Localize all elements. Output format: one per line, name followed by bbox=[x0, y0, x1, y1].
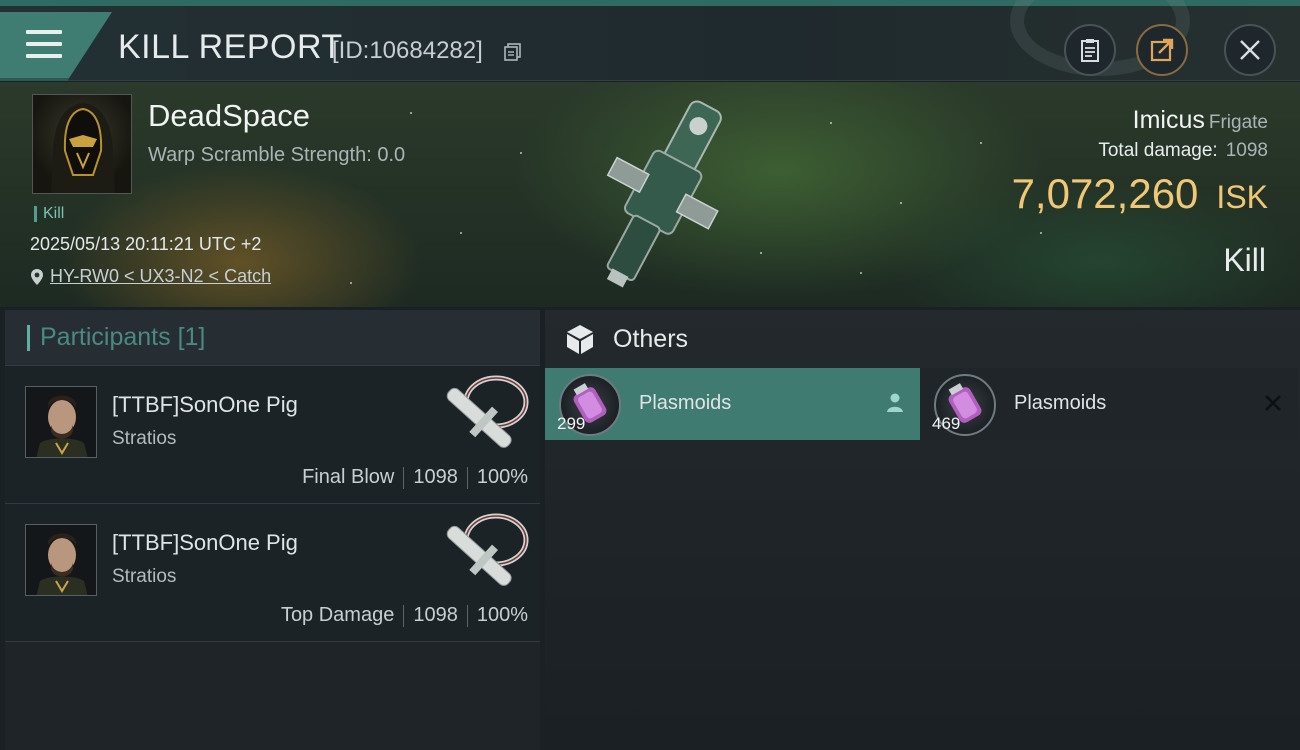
report-id: [ID:10684282] bbox=[332, 37, 483, 64]
participant-ship-image[interactable] bbox=[430, 508, 530, 600]
total-damage: Total damage: 1098 bbox=[1098, 140, 1268, 162]
participant-avatar[interactable] bbox=[25, 524, 97, 596]
others-label: Others bbox=[613, 324, 689, 353]
participant-stats: Final Blow 1098 100% bbox=[302, 466, 528, 489]
others-item-list: 299 Plasmoids 469 Plasmoids bbox=[545, 368, 1300, 440]
isk-value: 7,072,260 ISK bbox=[1012, 170, 1268, 218]
participant-row[interactable]: [TTBF]SonOne Pig Stratios Top Damage 109… bbox=[5, 504, 540, 642]
victim-ship-image bbox=[606, 100, 722, 288]
menu-button[interactable] bbox=[0, 12, 112, 81]
participant-avatar[interactable] bbox=[25, 386, 97, 458]
participant-ship: Stratios bbox=[112, 428, 177, 449]
pilot-portrait-icon bbox=[26, 387, 96, 457]
participant-damage: 1098 bbox=[413, 466, 458, 488]
participants-header[interactable]: Participants [1] bbox=[5, 310, 540, 366]
share-button[interactable] bbox=[1136, 24, 1188, 76]
item-name: Plasmoids bbox=[639, 392, 732, 414]
participant-row[interactable]: [TTBF]SonOne Pig Stratios Final Blow 109… bbox=[5, 366, 540, 504]
isk-amount: 7,072,260 bbox=[1011, 170, 1199, 217]
kill-timestamp: 2025/05/13 20:11:21 UTC +2 bbox=[30, 234, 262, 254]
participant-name[interactable]: [TTBF]SonOne Pig bbox=[112, 392, 298, 418]
participant-percent: 100% bbox=[476, 466, 528, 488]
location-text[interactable]: HY-RW0 < UX3-N2 < Catch bbox=[50, 266, 271, 287]
participant-name[interactable]: [TTBF]SonOne Pig bbox=[112, 530, 298, 556]
warp-scramble-strength: Warp Scramble Strength: 0.0 bbox=[148, 144, 406, 166]
total-damage-value: 1098 bbox=[1225, 140, 1268, 161]
header-bar: KILL REPORT [ID:10684282] bbox=[0, 0, 1300, 81]
copy-icon[interactable] bbox=[504, 43, 522, 61]
stat-divider bbox=[403, 604, 405, 627]
item-slot[interactable]: 469 Plasmoids bbox=[920, 368, 1298, 440]
participant-percent: 100% bbox=[476, 604, 528, 626]
participant-damage: 1098 bbox=[413, 604, 458, 626]
stat-divider bbox=[466, 466, 468, 489]
kill-location-link[interactable]: HY-RW0 < UX3-N2 < Catch bbox=[30, 266, 271, 287]
participant-ship: Stratios bbox=[112, 566, 177, 587]
victim-pilot-name[interactable]: DeadSpace bbox=[148, 98, 310, 134]
event-tag: Kill bbox=[34, 206, 64, 222]
participant-ship-image[interactable] bbox=[430, 370, 530, 462]
victim-avatar[interactable] bbox=[32, 94, 132, 194]
stat-divider bbox=[466, 604, 468, 627]
x-icon bbox=[1265, 395, 1281, 411]
victim-ship[interactable]: Imicus Frigate bbox=[1133, 106, 1268, 135]
victim-banner: DeadSpace Warp Scramble Strength: 0.0 Ki… bbox=[0, 82, 1300, 307]
total-damage-label: Total damage: bbox=[1098, 140, 1218, 161]
item-name: Plasmoids bbox=[1014, 392, 1107, 414]
others-panel: Others 299 Plasmoids 469 Plasmoids bbox=[545, 310, 1300, 750]
isk-unit: ISK bbox=[1216, 179, 1268, 215]
victim-ship-class: Frigate bbox=[1208, 112, 1268, 133]
item-slot[interactable]: 299 Plasmoids bbox=[545, 368, 920, 440]
report-type: Kill bbox=[1223, 242, 1266, 278]
participant-role: Top Damage bbox=[280, 604, 395, 626]
clipboard-icon bbox=[1081, 39, 1099, 62]
participants-accent-bar bbox=[27, 324, 30, 351]
item-quantity: 299 bbox=[557, 414, 586, 433]
stat-divider bbox=[403, 466, 405, 489]
participant-role: Final Blow bbox=[302, 466, 395, 488]
participants-count: [1] bbox=[177, 323, 206, 351]
participants-panel: Participants [1] [TTBF]SonOne Pig Strati… bbox=[5, 310, 540, 750]
participants-label: Participants bbox=[40, 323, 171, 351]
close-icon bbox=[1240, 40, 1260, 60]
victim-ship-name: Imicus bbox=[1132, 106, 1205, 134]
participant-stats: Top Damage 1098 100% bbox=[281, 604, 528, 627]
page-title: KILL REPORT bbox=[118, 28, 343, 66]
item-quantity: 469 bbox=[932, 414, 961, 433]
clipboard-button[interactable] bbox=[1064, 24, 1116, 76]
map-pin-icon bbox=[31, 268, 43, 285]
close-button[interactable] bbox=[1224, 24, 1276, 76]
pilot-portrait-icon bbox=[26, 525, 96, 595]
share-icon bbox=[1150, 38, 1174, 62]
cube-icon bbox=[567, 325, 593, 354]
person-icon bbox=[887, 393, 903, 412]
others-header: Others bbox=[545, 310, 1300, 368]
menu-icon bbox=[26, 30, 62, 66]
hooded-pilot-portrait-icon bbox=[51, 103, 115, 193]
